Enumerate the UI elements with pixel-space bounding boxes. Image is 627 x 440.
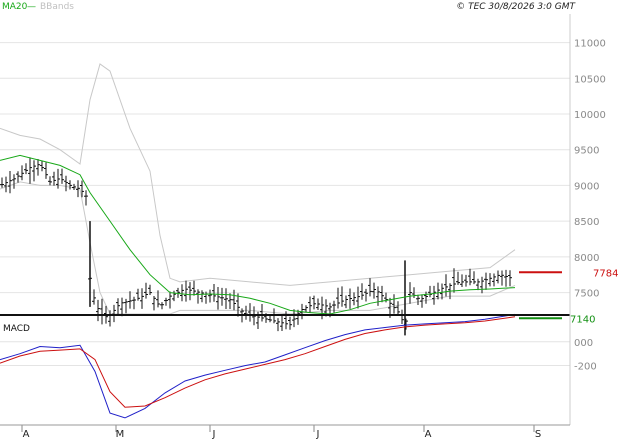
resistance-level-label: 7784 [593,268,618,279]
price-y-tick-label: 10000 [574,110,606,121]
x-tick-label: A [23,429,30,440]
x-tick-label: A [425,429,432,440]
legend-bbands: BBands [40,2,74,12]
x-tick-label: J [212,429,216,440]
support-level-label: 7140 [570,314,595,325]
macd-y-tick-label: -200 [574,362,597,373]
price-y-tick-label: 11000 [574,39,606,50]
price-y-tick-label: 9500 [574,146,599,157]
copyright-text: © TEC 30/8/2026 3:0 GMT [456,2,576,12]
x-tick-label: J [316,429,320,440]
x-tick-label: M [116,429,125,440]
legend-separator: — [27,2,36,12]
price-y-tick-label: 9000 [574,181,599,192]
stock-chart: 7784 7140 11000 10500 10000 9500 9000 8500 8000… [0,2,618,440]
macd-title: MACD [3,324,30,334]
legend-ma20: MA20 [2,2,28,12]
price-y-tick-label: 7500 [574,289,599,300]
price-y-tick-label: 8500 [574,217,599,228]
price-y-tick-label: 8000 [574,253,599,264]
macd-panel-background [0,318,570,425]
x-tick-label: S [535,429,541,440]
macd-y-tick-label: 000 [574,338,593,349]
price-y-tick-label: 10500 [574,74,606,85]
price-panel-background [0,14,570,314]
